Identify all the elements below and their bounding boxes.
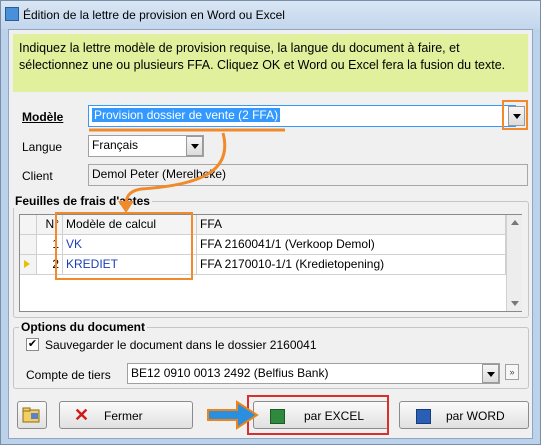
curved-arrow-mark [124, 132, 227, 205]
provision-letter-window: Édition de la lettre de provision en Wor… [0, 0, 541, 445]
annotation-arrows [89, 128, 285, 430]
curved-arrow-head-mark [118, 201, 134, 213]
blue-arrow-mark [207, 400, 259, 430]
